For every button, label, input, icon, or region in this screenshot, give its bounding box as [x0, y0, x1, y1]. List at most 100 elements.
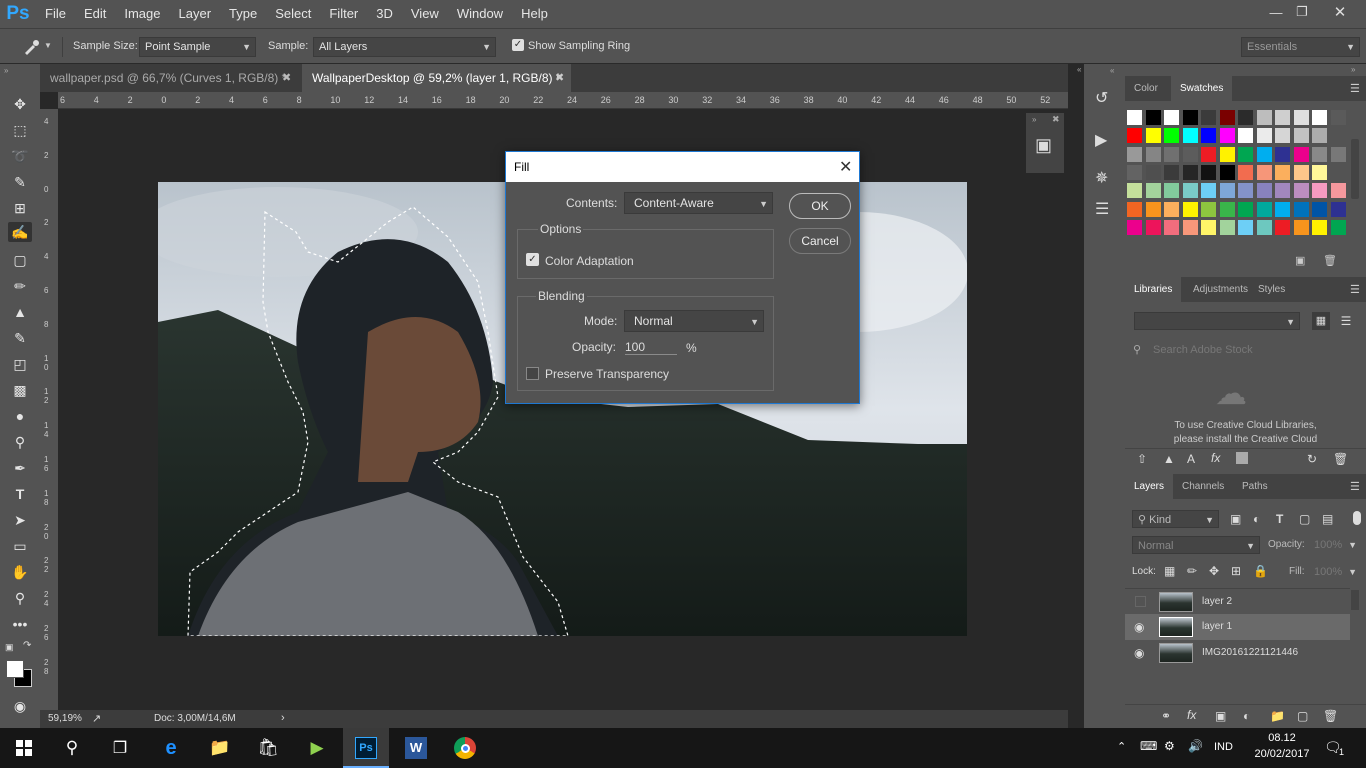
- color-swatch[interactable]: [1127, 219, 1142, 235]
- store-icon[interactable]: 🛍: [254, 734, 282, 762]
- history-icon[interactable]: ↺: [1095, 88, 1108, 108]
- color-swatch[interactable]: [1293, 128, 1309, 144]
- color-swatch[interactable]: [1312, 128, 1327, 144]
- color-swatch[interactable]: [1330, 183, 1346, 199]
- color-swatch[interactable]: [1275, 183, 1290, 199]
- lock-image-icon[interactable]: ✏: [1187, 564, 1197, 578]
- eyedropper-tool-icon[interactable]: [22, 38, 40, 56]
- trash-icon[interactable]: 🗑: [1323, 254, 1337, 267]
- color-swatch[interactable]: [1164, 146, 1179, 162]
- blur-tool-icon[interactable]: ●: [8, 406, 32, 426]
- color-swatch[interactable]: [1256, 219, 1272, 235]
- menu-type[interactable]: Type: [220, 0, 266, 28]
- search-icon[interactable]: ⚲: [58, 734, 86, 762]
- color-swatch[interactable]: [1219, 183, 1235, 199]
- color-swatch[interactable]: [1238, 164, 1253, 180]
- color-swatch[interactable]: [1312, 110, 1327, 125]
- lock-position-icon[interactable]: ✥: [1209, 564, 1219, 578]
- hand-tool-icon[interactable]: ✋: [8, 562, 32, 582]
- default-colors-icon[interactable]: ▣: [5, 642, 14, 653]
- quick-selection-tool-icon[interactable]: ✎: [8, 172, 32, 192]
- color-swatch[interactable]: [1238, 110, 1253, 125]
- network-icon[interactable]: ⚙: [1164, 739, 1175, 753]
- collapse-icon[interactable]: »: [1351, 65, 1355, 74]
- menu-help[interactable]: Help: [512, 0, 557, 28]
- color-swatch[interactable]: [1256, 146, 1272, 162]
- layer-name[interactable]: IMG20161221121446: [1202, 647, 1298, 658]
- menu-filter[interactable]: Filter: [320, 0, 367, 28]
- filter-smart-object-icon[interactable]: ▤: [1322, 512, 1333, 526]
- library-select[interactable]: ▼: [1134, 312, 1300, 330]
- layer-kind-filter[interactable]: ⚲ Kind ▼: [1132, 510, 1219, 528]
- lasso-tool-icon[interactable]: ➰: [8, 146, 32, 166]
- color-swatch[interactable]: [1275, 110, 1290, 125]
- panel-menu-icon[interactable]: ☰: [1350, 480, 1360, 493]
- contents-select[interactable]: Content-Aware ▼: [624, 192, 773, 214]
- close-icon[interactable]: ✕: [839, 157, 852, 177]
- color-swatch[interactable]: [1127, 128, 1142, 144]
- brush-settings-icon[interactable]: ✵: [1095, 168, 1108, 188]
- color-swatch[interactable]: [1275, 128, 1290, 144]
- layer-row-layer-2[interactable]: layer 2: [1125, 588, 1350, 614]
- menu-select[interactable]: Select: [266, 0, 320, 28]
- color-swatch[interactable]: [1201, 110, 1216, 125]
- opacity-input[interactable]: 100: [625, 340, 677, 355]
- preserve-transparency-checkbox[interactable]: [526, 367, 539, 380]
- color-swatch[interactable]: [1164, 110, 1179, 125]
- panel-menu-icon[interactable]: ☰: [1350, 82, 1360, 95]
- color-swatch[interactable]: [1293, 219, 1309, 235]
- share-icon[interactable]: ↗: [92, 712, 101, 725]
- menu-edit[interactable]: Edit: [75, 0, 115, 28]
- sample-size-select[interactable]: Point Sample ▼: [139, 37, 256, 57]
- color-swatch[interactable]: [1219, 146, 1235, 162]
- eye-icon[interactable]: ◉: [1134, 620, 1144, 634]
- color-swatch[interactable]: [1312, 164, 1327, 180]
- color-swatch[interactable]: [1182, 201, 1198, 217]
- fx-icon[interactable]: fx: [1211, 451, 1220, 465]
- color-swatch[interactable]: [1238, 219, 1253, 235]
- zoom-level[interactable]: 59,19%: [48, 713, 82, 724]
- word-icon[interactable]: W: [402, 734, 430, 762]
- color-swatch[interactable]: [1275, 219, 1290, 235]
- clock-date[interactable]: 20/02/2017: [1250, 748, 1314, 760]
- color-swatch[interactable]: [1256, 201, 1272, 217]
- clock-time[interactable]: 08.12: [1250, 732, 1314, 744]
- actions-icon[interactable]: ▶: [1095, 130, 1107, 150]
- color-swatch[interactable]: [1201, 164, 1216, 180]
- color-swatch[interactable]: [1182, 146, 1198, 162]
- quick-mask-icon[interactable]: ◉: [8, 696, 32, 716]
- color-swatch[interactable]: [1182, 219, 1198, 235]
- link-layers-icon[interactable]: ⚭: [1161, 709, 1171, 723]
- windows-start-icon[interactable]: [10, 734, 38, 762]
- color-swatch[interactable]: [1312, 201, 1327, 217]
- swap-colors-icon[interactable]: ↷: [23, 640, 31, 651]
- color-swatch[interactable]: [1238, 146, 1253, 162]
- color-swatch[interactable]: [1164, 183, 1179, 199]
- collapse-icon[interactable]: «: [1110, 66, 1114, 75]
- filter-shape-icon[interactable]: ▢: [1299, 512, 1310, 526]
- filter-adjustment-icon[interactable]: ◐: [1253, 512, 1260, 526]
- new-group-icon[interactable]: 📁: [1270, 709, 1285, 723]
- close-icon[interactable]: ✖: [1052, 114, 1060, 125]
- color-swatch[interactable]: [1182, 128, 1198, 144]
- tool-preset-chevron-icon[interactable]: ▼: [44, 41, 52, 50]
- 3d-cube-icon[interactable]: ▣: [1035, 135, 1052, 156]
- eyedropper-tool-icon[interactable]: ✍: [8, 222, 32, 242]
- tab-wallpaper-desktop[interactable]: WallpaperDesktop @ 59,2% (layer 1, RGB/8…: [302, 64, 571, 92]
- color-swatch[interactable]: [1275, 164, 1290, 180]
- color-swatch[interactable]: [1256, 110, 1272, 125]
- tab-close-icon[interactable]: ✖: [555, 71, 564, 84]
- color-swatch[interactable]: [1145, 201, 1161, 217]
- file-explorer-icon[interactable]: 📁: [206, 734, 234, 762]
- color-swatch[interactable]: [1293, 183, 1309, 199]
- filter-type-icon[interactable]: T: [1276, 512, 1283, 526]
- tab-libraries[interactable]: Libraries: [1125, 277, 1182, 302]
- close-icon[interactable]: ✕: [1325, 0, 1355, 24]
- layer-row-img[interactable]: ◉ IMG20161221121446: [1125, 640, 1350, 666]
- color-swatch[interactable]: [1275, 146, 1290, 162]
- lock-artboard-icon[interactable]: ⊞: [1231, 564, 1241, 578]
- menu-file[interactable]: File: [36, 0, 75, 28]
- color-swatch[interactable]: [1219, 219, 1235, 235]
- color-swatch[interactable]: [1330, 110, 1346, 125]
- rectangle-tool-icon[interactable]: ▭: [8, 536, 32, 556]
